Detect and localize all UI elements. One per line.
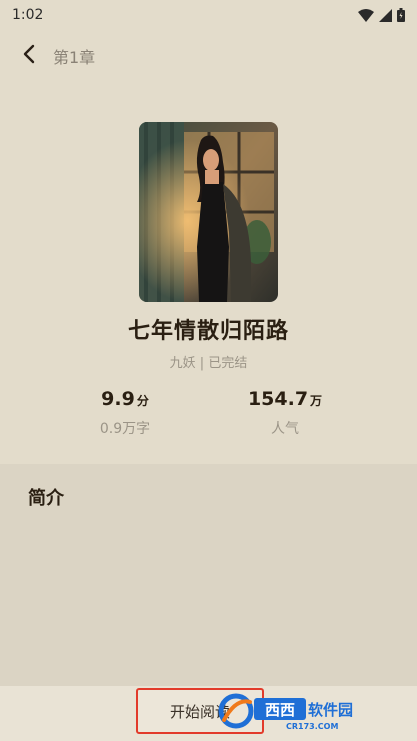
top-bar: 第1章 — [0, 34, 417, 78]
score-value: 9.9 — [101, 388, 135, 410]
score-stat: 9.9 分 0.9万字 — [45, 388, 205, 438]
status-time: 1:02 — [12, 7, 44, 23]
battery-icon — [397, 8, 405, 22]
chapter-label: 第1章 — [53, 48, 96, 67]
popularity-value: 154.7 — [247, 388, 309, 410]
watermark-site: CR173.COM — [286, 722, 338, 731]
status-icons — [358, 8, 405, 22]
score-unit: 分 — [136, 394, 149, 408]
book-title: 七年情散归陌路 — [127, 319, 289, 344]
wifi-icon — [358, 8, 374, 22]
watermark-brand-part-1: 西西 — [265, 701, 295, 719]
watermark-logo: 西西 软件园 CR173.COM — [216, 690, 396, 732]
signal-icon — [379, 8, 392, 22]
back-button[interactable] — [7, 34, 51, 78]
word-count: 0.9万字 — [99, 421, 151, 437]
intro-heading: 简介 — [28, 488, 64, 509]
book-cover[interactable] — [139, 122, 278, 302]
status-bar: 1:02 — [0, 0, 417, 30]
popularity-unit: 万 — [310, 394, 323, 408]
popularity-label: 人气 — [271, 421, 299, 437]
popularity-stat: 154.7 万 人气 — [205, 388, 365, 438]
book-meta: 九妖 | 已完结 — [169, 356, 248, 371]
watermark-brand-part-2: 软件园 — [308, 701, 353, 719]
intro-panel: 简介 — [0, 464, 417, 686]
chevron-left-icon — [22, 44, 36, 68]
